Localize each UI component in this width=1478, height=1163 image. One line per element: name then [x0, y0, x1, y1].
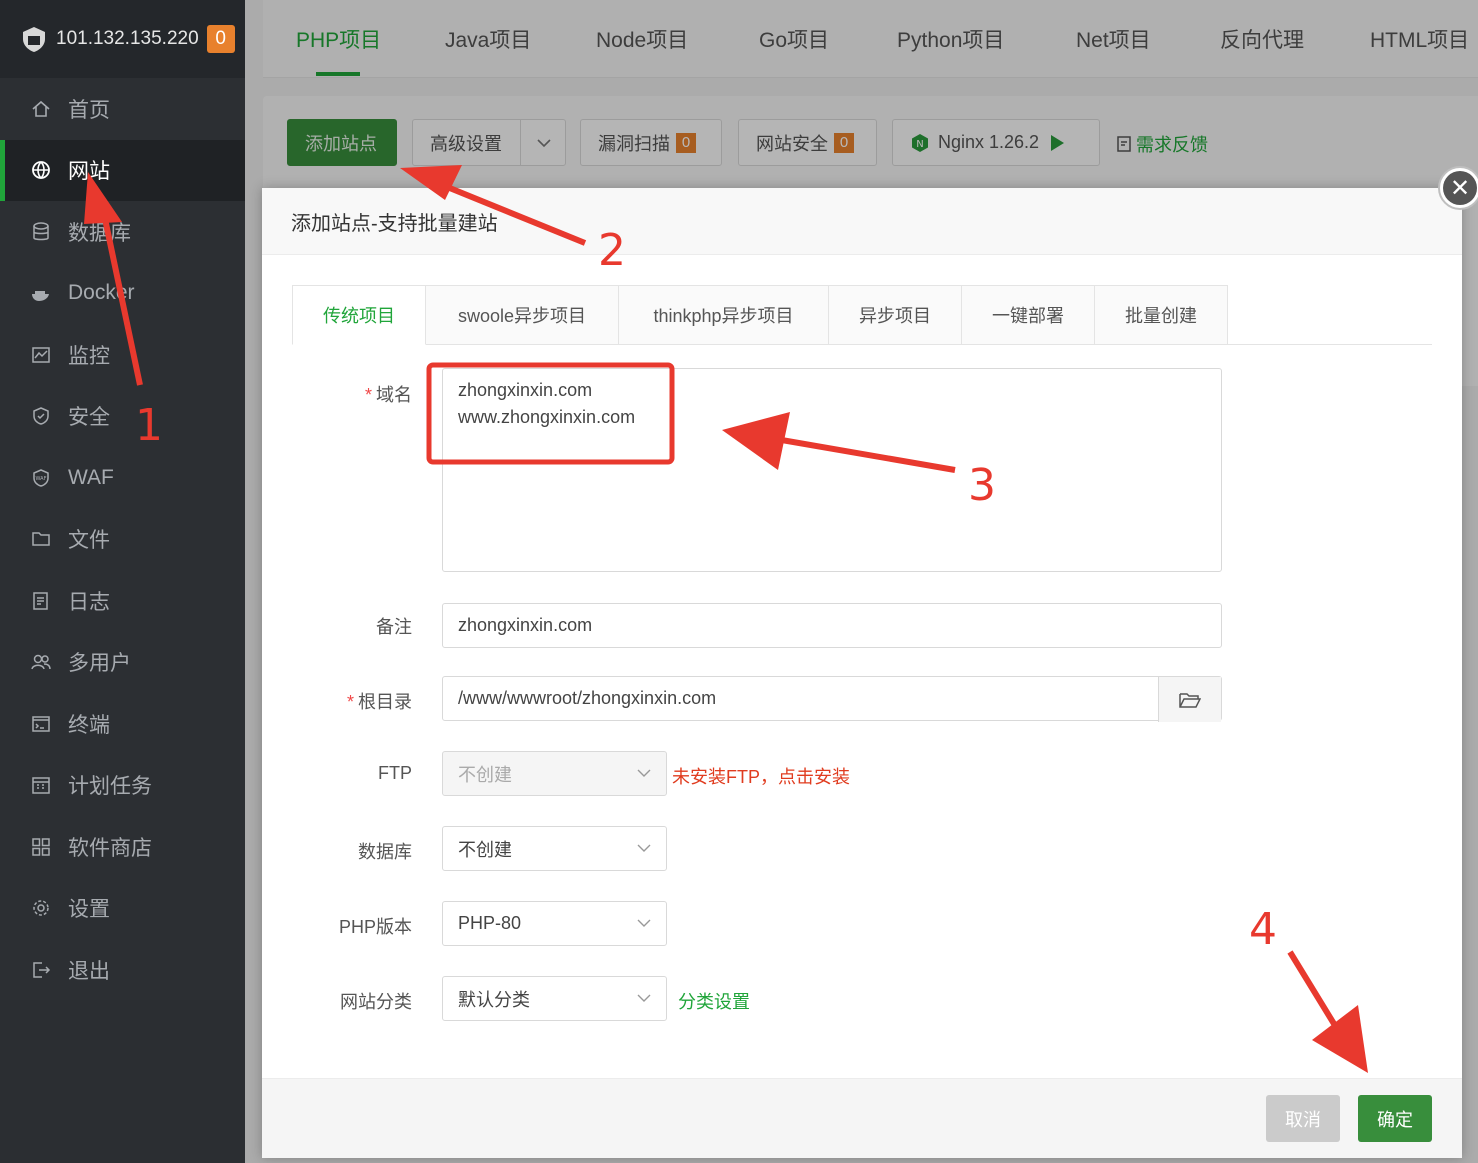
sidebar-item-label: Docker [68, 281, 135, 305]
sidebar-item-users[interactable]: 多用户 [0, 632, 245, 694]
chevron-down-icon [637, 919, 651, 927]
sidebar-item-waf[interactable]: WAF WAF [0, 447, 245, 509]
sidebar-item-calendar[interactable]: 计划任务 [0, 755, 245, 817]
dialog-footer: 取消 确定 [262, 1078, 1462, 1158]
category-label: 网站分类 [340, 992, 412, 1012]
sidebar-item-log[interactable]: 日志 [0, 570, 245, 632]
tab-one-click-deploy[interactable]: 一键部署 [962, 285, 1095, 345]
sidebar-item-label: 终端 [68, 713, 110, 737]
sidebar-item-label: 安全 [68, 406, 110, 430]
php-version-label: PHP版本 [338, 917, 412, 937]
shield-icon [30, 405, 52, 427]
php-version-value: PHP-80 [458, 913, 522, 933]
users-icon [30, 651, 52, 673]
sidebar-item-folder[interactable]: 文件 [0, 509, 245, 571]
server-logo-icon [23, 27, 45, 52]
waf-icon: WAF [30, 467, 52, 489]
browse-folder-button[interactable] [1158, 677, 1221, 722]
home-icon [30, 98, 52, 120]
terminal-icon [30, 713, 52, 735]
category-value: 默认分类 [458, 989, 530, 1010]
database-icon [30, 221, 52, 243]
close-icon: ✕ [1443, 171, 1477, 205]
tab-batch-create[interactable]: 批量创建 [1095, 285, 1228, 345]
globe-icon [30, 159, 52, 181]
sidebar-item-label: 数据库 [68, 221, 131, 245]
ftp-label: FTP [378, 763, 412, 783]
sidebar-item-monitor[interactable]: 监控 [0, 324, 245, 386]
sidebar-item-home[interactable]: 首页 [0, 78, 245, 140]
chevron-down-icon [637, 844, 651, 852]
chevron-down-icon [637, 994, 651, 1002]
confirm-button[interactable]: 确定 [1358, 1095, 1432, 1142]
ftp-select[interactable]: 不创建 [442, 751, 667, 796]
calendar-icon [30, 774, 52, 796]
sidebar-item-apps[interactable]: 软件商店 [0, 816, 245, 878]
sidebar-nav: 首页网站数据库 Docker 监控安全 WAF WAF 文件日志多用户终端计划任务软件商店… [0, 78, 245, 1001]
sidebar: 101.132.135.220 0 首页 网站 数据库 Docker 监控 安全 WAF WA… [0, 0, 245, 1163]
remark-label: 备注 [376, 617, 412, 637]
database-value: 不创建 [458, 839, 512, 860]
category-settings-link[interactable]: 分类设置 [678, 988, 750, 1014]
cancel-button[interactable]: 取消 [1266, 1095, 1340, 1142]
domain-line: zhongxinxin.com [458, 380, 593, 400]
sidebar-item-label: 监控 [68, 344, 110, 368]
sidebar-footer [0, 1000, 245, 1163]
category-select[interactable]: 默认分类 [442, 976, 667, 1021]
sidebar-item-label: 网站 [68, 160, 110, 184]
folder-icon [30, 528, 52, 550]
domain-label: * 域名 [364, 385, 412, 405]
domain-line: www.zhongxinxin.com [458, 407, 636, 427]
sidebar-item-label: 设置 [68, 898, 110, 922]
tab-swoole[interactable]: swoole异步项目 [426, 285, 619, 345]
sidebar-item-label: 日志 [68, 590, 110, 614]
folder-open-icon [1179, 692, 1201, 708]
tab-traditional[interactable]: 传统项目 [292, 285, 426, 345]
apps-icon [30, 836, 52, 858]
add-site-dialog: 添加站点-支持批量建站 传统项目 swoole异步项目 thinkphp异步项目… [262, 188, 1462, 1158]
project-type-tabs: 传统项目 swoole异步项目 thinkphp异步项目 异步项目 一键部署 批… [292, 285, 1432, 345]
root-dir-label: * 根目录 [346, 692, 412, 712]
docker-icon [30, 282, 52, 304]
database-label: 数据库 [358, 842, 412, 862]
database-select[interactable]: 不创建 [442, 826, 667, 871]
sidebar-item-gear[interactable]: 设置 [0, 878, 245, 940]
server-header: 101.132.135.220 0 [0, 0, 245, 78]
chevron-down-icon [637, 769, 651, 777]
sidebar-item-shield[interactable]: 安全 [0, 386, 245, 448]
sidebar-item-label: WAF [68, 465, 114, 489]
tab-async[interactable]: 异步项目 [829, 285, 962, 345]
tab-thinkphp[interactable]: thinkphp异步项目 [619, 285, 829, 345]
ftp-value: 不创建 [458, 764, 512, 785]
logout-icon [30, 959, 52, 981]
sidebar-item-database[interactable]: 数据库 [0, 201, 245, 263]
required-mark: * [346, 692, 354, 712]
sidebar-item-docker[interactable]: Docker [0, 263, 245, 325]
root-dir-value: /www/wwwroot/zhongxinxin.com [458, 688, 717, 708]
sidebar-item-terminal[interactable]: 终端 [0, 693, 245, 755]
dialog-title: 添加站点-支持批量建站 [262, 188, 1462, 255]
server-badge[interactable]: 0 [206, 25, 235, 53]
sidebar-item-logout[interactable]: 退出 [0, 939, 245, 1001]
monitor-icon [30, 344, 52, 366]
close-dialog-button[interactable]: ✕ [1438, 166, 1478, 210]
sidebar-item-label: 文件 [68, 529, 110, 553]
sidebar-item-label: 退出 [68, 959, 110, 983]
sidebar-item-label: 首页 [68, 98, 110, 122]
sidebar-item-globe[interactable]: 网站 [0, 139, 245, 201]
gear-icon [30, 897, 52, 919]
php-version-select[interactable]: PHP-80 [442, 901, 667, 946]
log-icon [30, 590, 52, 612]
root-dir-input[interactable]: /www/wwwroot/zhongxinxin.com [442, 676, 1222, 722]
sidebar-item-label: 软件商店 [68, 836, 152, 860]
required-mark: * [364, 385, 372, 405]
remark-input[interactable]: zhongxinxin.com [442, 603, 1222, 648]
server-ip: 101.132.135.220 [56, 28, 199, 49]
domain-textarea[interactable]: zhongxinxin.com www.zhongxinxin.com [442, 368, 1222, 572]
sidebar-item-label: 计划任务 [68, 775, 152, 799]
sidebar-item-label: 多用户 [68, 652, 131, 676]
install-ftp-link[interactable]: 未安装FTP，点击安装 [672, 763, 850, 789]
svg-text:WAF: WAF [36, 476, 47, 482]
